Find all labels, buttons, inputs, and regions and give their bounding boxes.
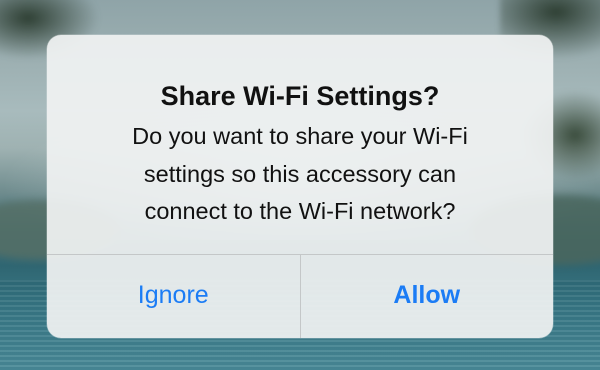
alert-body: Share Wi-Fi Settings? Do you want to sha… — [47, 35, 553, 254]
alert-title: Share Wi-Fi Settings? — [160, 81, 440, 111]
ignore-button[interactable]: Ignore — [47, 255, 300, 338]
alert-button-bar: Ignore Allow — [47, 254, 553, 338]
alert-message: Do you want to share your Wi-Fi settings… — [132, 123, 468, 224]
allow-button[interactable]: Allow — [301, 255, 554, 338]
share-wifi-alert-dialog: Share Wi-Fi Settings? Do you want to sha… — [47, 35, 553, 338]
